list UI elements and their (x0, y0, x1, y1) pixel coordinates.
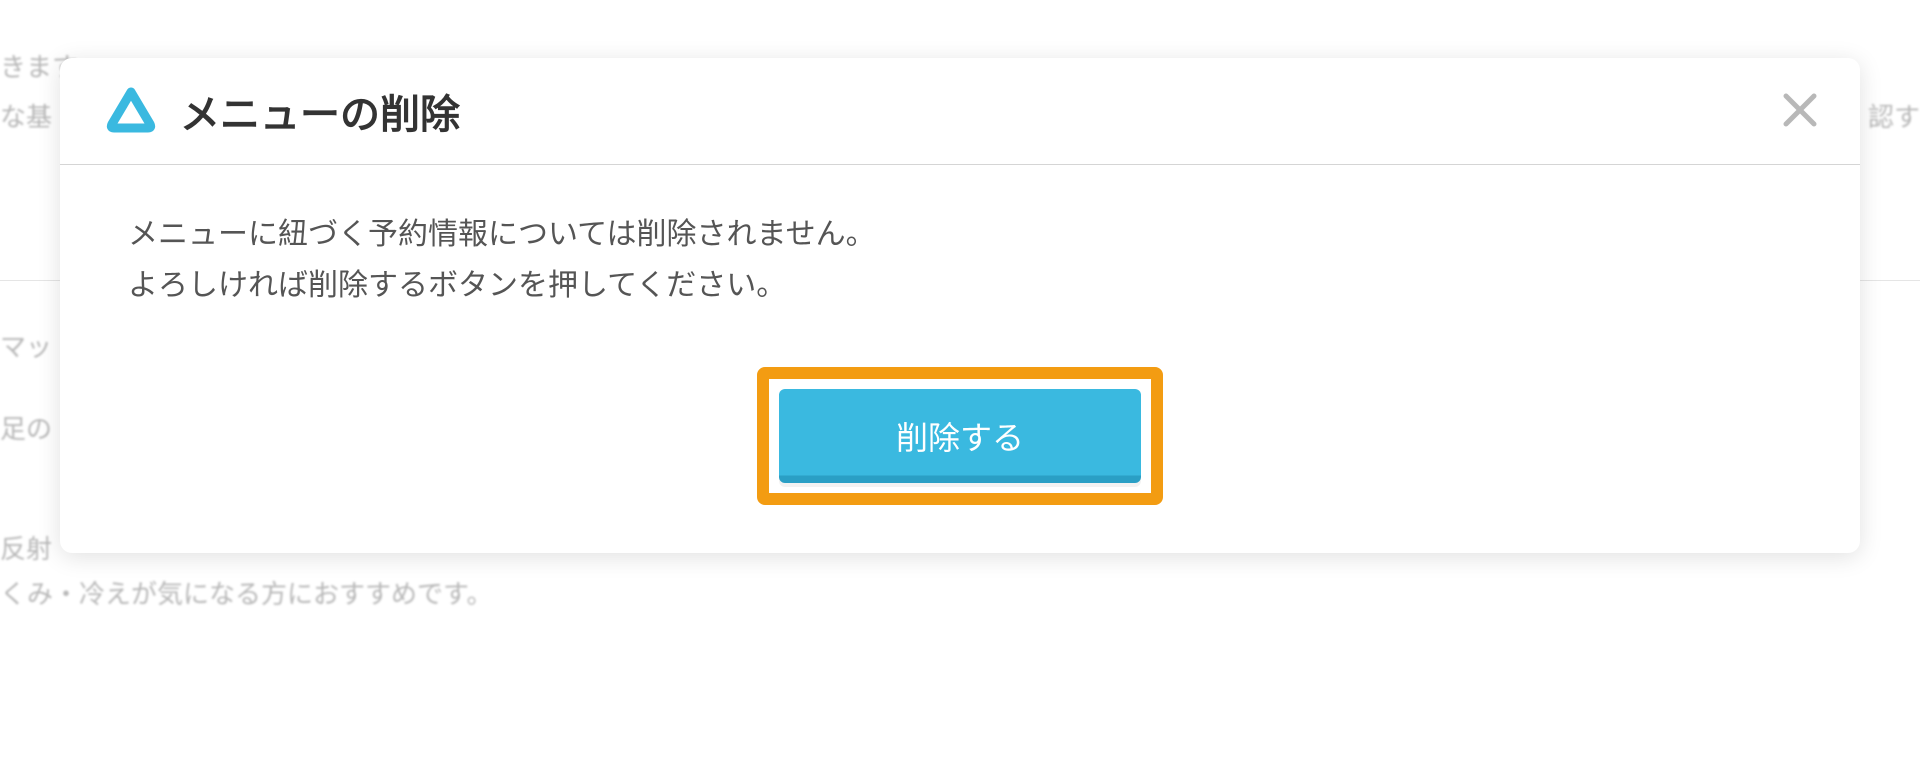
background-text: 足の (0, 410, 52, 449)
modal-header: メニューの削除 (60, 58, 1860, 165)
background-text: な基 (0, 98, 52, 137)
background-text: 反射 (0, 530, 52, 569)
delete-menu-modal: メニューの削除 メニューに紐づく予約情報については削除されません。 よろしければ… (60, 58, 1860, 553)
button-highlight-frame: 削除する (757, 367, 1163, 505)
delete-button[interactable]: 削除する (779, 389, 1141, 483)
close-icon (1782, 92, 1818, 131)
background-text: 認す (1868, 98, 1920, 137)
button-wrapper: 削除する (128, 367, 1792, 505)
modal-body: メニューに紐づく予約情報については削除されません。 よろしければ削除するボタンを… (60, 165, 1860, 553)
modal-message: メニューに紐づく予約情報については削除されません。 よろしければ削除するボタンを… (128, 209, 1792, 311)
delete-button-label: 削除する (896, 413, 1024, 459)
modal-message-line-1: メニューに紐づく予約情報については削除されません。 (128, 209, 1792, 260)
modal-message-line-2: よろしければ削除するボタンを押してください。 (128, 260, 1792, 311)
triangle-icon (104, 84, 158, 138)
background-text: マッ (0, 328, 52, 367)
close-button[interactable] (1776, 87, 1824, 135)
background-text: くみ・冷えが気になる方におすすめです。 (0, 575, 492, 614)
modal-title: メニューの削除 (180, 82, 460, 140)
